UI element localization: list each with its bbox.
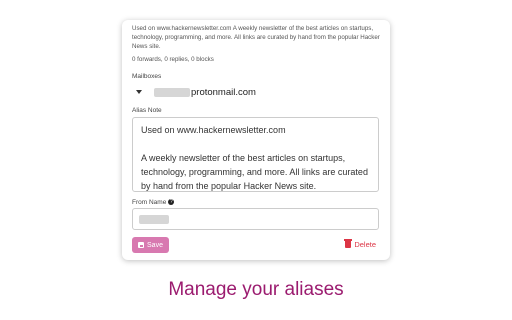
redacted-from-name [139, 215, 169, 224]
delete-button[interactable]: Delete [344, 239, 376, 249]
caret-down-icon [136, 90, 142, 94]
mailbox-select[interactable]: protonmail.com [136, 86, 256, 98]
redacted-mailbox-user [154, 87, 190, 97]
alias-description: Used on www.hackernewsletter.com A weekl… [132, 25, 380, 50]
trash-icon [344, 239, 353, 248]
caption: Manage your aliases [168, 279, 344, 300]
help-icon[interactable]: ? [168, 199, 175, 206]
alias-note-textarea[interactable]: Used on www.hackernewsletter.com A weekl… [132, 117, 379, 192]
delete-label: Delete [354, 240, 376, 249]
save-icon [138, 242, 145, 248]
from-name-input[interactable] [132, 208, 379, 230]
note-line-2: A weekly newsletter of the best articles… [141, 153, 368, 191]
mailbox-domain: protonmail.com [191, 86, 256, 98]
from-name-label-wrap: From Name? [132, 199, 175, 206]
mailboxes-label: Mailboxes [132, 73, 162, 80]
from-name-label: From Name [132, 199, 167, 206]
note-line-1: Used on www.hackernewsletter.com [141, 125, 286, 135]
alias-stats: 0 forwards, 0 replies, 0 blocks [132, 56, 214, 63]
alias-note-label: Alias Note [132, 107, 162, 114]
alias-card: Used on www.hackernewsletter.com A weekl… [122, 20, 390, 260]
save-label: Save [147, 241, 163, 249]
save-button[interactable]: Save [132, 237, 169, 253]
